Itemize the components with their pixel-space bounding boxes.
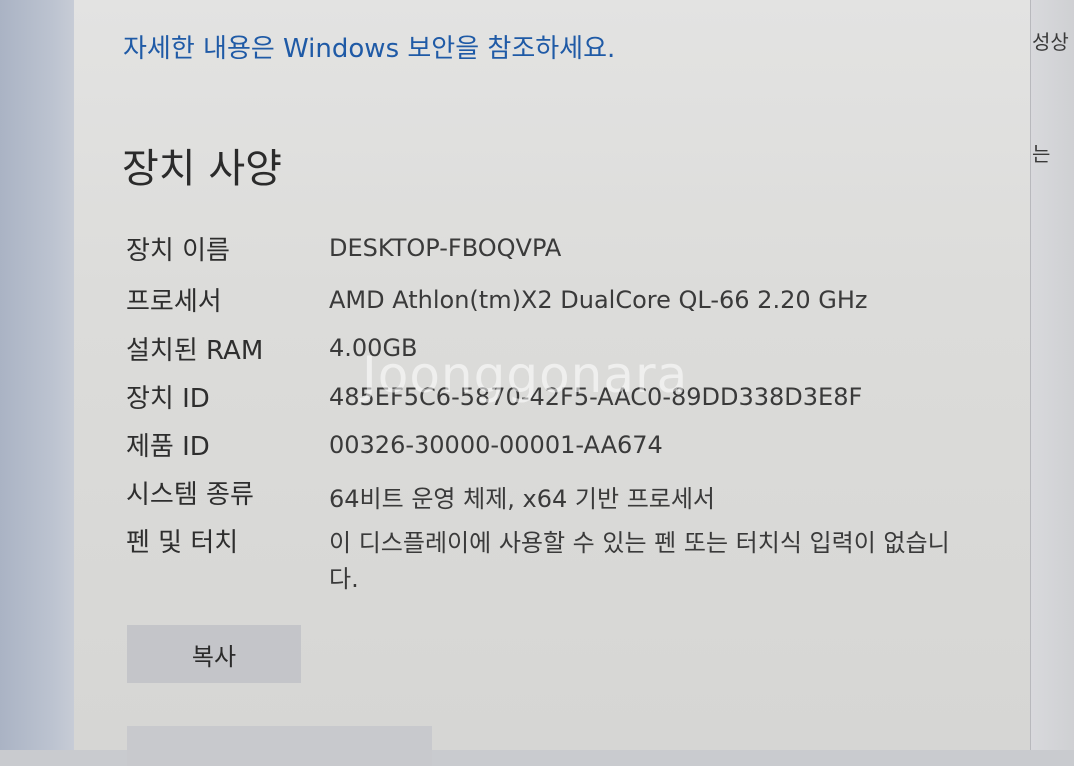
- copy-button[interactable]: 복사: [127, 625, 301, 683]
- side-window-text: 성상: [1032, 30, 1069, 54]
- next-section-button[interactable]: [127, 726, 432, 766]
- spec-row-pen-touch: 펜 및 터치 이 디스플레이에 사용할 수 있는 펜 또는 터치식 입력이 없습…: [0, 522, 1030, 602]
- spec-row-device-name: 장치 이름 DESKTOP-FBOQVPA: [0, 230, 1030, 270]
- spec-label: 장치 ID: [126, 384, 210, 414]
- right-window-edge: [1030, 0, 1074, 750]
- spec-value: AMD Athlon(tm)X2 DualCore QL-66 2.20 GHz: [329, 286, 868, 314]
- spec-label: 제품 ID: [126, 432, 210, 462]
- spec-value: DESKTOP-FBOQVPA: [329, 234, 562, 262]
- spec-value: 이 디스플레이에 사용할 수 있는 펜 또는 터치식 입력이 없습니다.: [329, 529, 950, 593]
- spec-label: 설치된 RAM: [126, 336, 264, 366]
- spec-value: 00326-30000-00001-AA674: [329, 431, 663, 459]
- spec-label: 시스템 종류: [126, 480, 254, 510]
- windows-security-link[interactable]: 자세한 내용은 Windows 보안을 참조하세요.: [123, 28, 615, 65]
- spec-row-product-id: 제품 ID 00326-30000-00001-AA674: [0, 426, 1030, 466]
- spec-label: 펜 및 터치: [126, 528, 239, 558]
- spec-row-system-type: 시스템 종류 64비트 운영 체제, x64 기반 프로세서: [0, 474, 1030, 514]
- side-window-text: 는: [1032, 142, 1051, 166]
- spec-row-processor: 프로세서 AMD Athlon(tm)X2 DualCore QL-66 2.2…: [0, 281, 1030, 321]
- spec-value: 64비트 운영 체제, x64 기반 프로세서: [329, 485, 716, 513]
- watermark: Joonggonara: [362, 346, 689, 404]
- spec-label: 프로세서: [126, 287, 222, 317]
- spec-label: 장치 이름: [126, 236, 230, 266]
- left-window-edge: [0, 0, 74, 750]
- device-specs-title: 장치 사양: [122, 146, 282, 192]
